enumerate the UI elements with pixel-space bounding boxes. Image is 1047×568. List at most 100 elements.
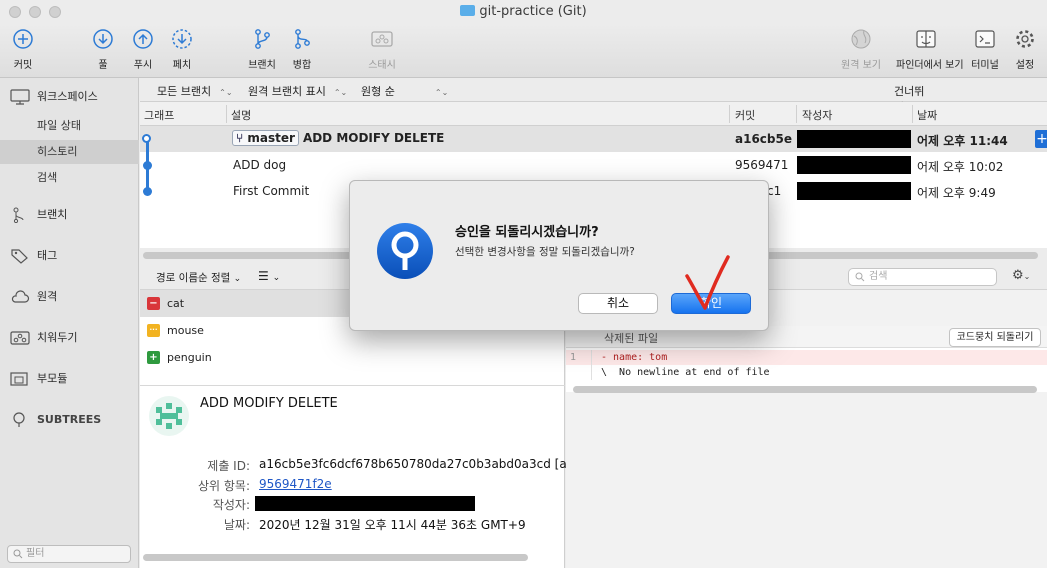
column-description[interactable]: 설명 <box>231 107 251 123</box>
branch-icon <box>13 207 24 223</box>
commit-date: 어제 오후 10:02 <box>917 160 1004 174</box>
window-title: git-practice (Git) <box>0 4 1047 19</box>
redacted-author <box>797 182 911 200</box>
horizontal-scrollbar[interactable] <box>573 386 1037 393</box>
view-mode-select[interactable]: ☰ ⌄ <box>258 269 280 283</box>
search-icon <box>855 272 865 282</box>
plus-icon[interactable]: + <box>1035 130 1047 148</box>
cloud-icon <box>11 290 30 303</box>
sidebar: 워크스페이스 파일 상태 히스토리 검색 브랜치 태그 원격 치워두기 부모듈 … <box>0 78 139 568</box>
chevron-down-icon: ⌄ <box>233 274 242 284</box>
sidebar-item-file-status[interactable]: 파일 상태 <box>0 114 139 138</box>
globe-icon <box>851 29 871 49</box>
show-in-finder-button[interactable]: 파인더에서 보기 <box>896 28 964 71</box>
file-row[interactable]: + penguin <box>140 344 565 371</box>
commit-id-label: 제출 ID: <box>207 459 250 473</box>
commit-row[interactable]: ⑂ master ADD MODIFY DELETE a16cb5e 어제 오후 … <box>140 126 1047 152</box>
toolbar: 커밋 풀 푸시 페치 브랜치 병합 스태시 원격 보기 파인더에서 보기 터미널… <box>0 24 1047 78</box>
gear-icon[interactable]: ⚙⌄ <box>1012 268 1030 283</box>
arrow-up-circle-icon <box>133 29 153 49</box>
monitor-icon <box>10 89 30 105</box>
parent-link[interactable]: 9569471f2e <box>259 477 332 491</box>
remote-branch-select[interactable]: 원격 브랜치 표시 ⌃⌄ <box>248 83 347 99</box>
dialog-message: 선택한 변경사항을 정말 되돌리겠습니까? <box>455 246 635 258</box>
title-bar: git-practice (Git) <box>0 0 1047 24</box>
column-date[interactable]: 날짜 <box>917 107 937 123</box>
diff-line-note: \ No newline at end of file <box>566 365 1047 380</box>
updown-chevron-icon: ⌃⌄ <box>333 88 348 97</box>
deleted-file-icon: − <box>147 297 160 310</box>
sidebar-item-search[interactable]: 검색 <box>0 166 139 190</box>
sidebar-item-tags[interactable]: 태그 <box>0 243 139 269</box>
graph-node <box>143 161 152 170</box>
updown-chevron-icon: ⌃⌄ <box>434 88 449 97</box>
column-divider <box>226 105 227 123</box>
fetch-button[interactable]: 페치 <box>157 28 207 71</box>
branch-icon: ⑂ <box>236 131 244 145</box>
author-label: 작성자: <box>212 498 250 512</box>
diff-line-removed: 1 - name: tom <box>566 350 1047 365</box>
divider <box>140 385 565 386</box>
branch-filter-select[interactable]: 모든 브랜치 ⌃⌄ <box>157 83 233 99</box>
sidebar-item-submodules[interactable]: 부모듈 <box>0 366 139 392</box>
sidebar-item-subtrees[interactable]: SUBTREES <box>0 407 139 433</box>
sidebar-item-remotes[interactable]: 원격 <box>0 284 139 310</box>
column-commit[interactable]: 커밋 <box>735 107 755 123</box>
horizontal-scrollbar[interactable] <box>143 554 528 561</box>
finder-icon <box>916 30 936 48</box>
discard-hunk-button[interactable]: 코드뭉치 되돌리기 <box>949 328 1041 347</box>
commit-button[interactable]: 커밋 <box>0 28 48 71</box>
column-divider <box>729 105 730 123</box>
stash-icon <box>10 331 30 345</box>
date-value: 2020년 12월 31일 오후 11시 44분 36초 GMT+9 <box>259 518 526 532</box>
column-graph[interactable]: 그래프 <box>144 107 174 123</box>
detail-title: ADD MODIFY DELETE <box>200 396 338 411</box>
tag-icon <box>11 249 28 264</box>
folder-icon <box>460 5 476 16</box>
order-select[interactable]: 원형 순 ⌃⌄ <box>361 83 448 99</box>
redacted-author <box>797 156 911 174</box>
graph-node-head <box>142 134 151 143</box>
merge-button[interactable]: 병합 <box>277 28 327 71</box>
commit-list-header: 그래프 설명 커밋 작성자 날짜 <box>140 102 1047 126</box>
sidebar-item-stashes[interactable]: 치워두기 <box>0 325 139 351</box>
column-divider <box>796 105 797 123</box>
sidebar-item-branches[interactable]: 브랜치 <box>0 202 139 228</box>
branch-tag: ⑂ master <box>232 130 299 146</box>
search-input[interactable]: 검색 <box>848 268 997 286</box>
stash-button[interactable]: 스태시 <box>357 28 407 71</box>
check-mark-icon <box>685 255 730 310</box>
chevron-down-icon: ⌄ <box>272 273 281 283</box>
cancel-button[interactable]: 취소 <box>578 293 658 314</box>
redacted-author <box>797 130 911 148</box>
sidebar-item-workspace[interactable]: 워크스페이스 <box>0 84 139 110</box>
commit-hash: c1 <box>767 184 782 198</box>
dialog-title: 승인을 되돌리시겠습니까? <box>455 225 599 240</box>
search-icon <box>13 549 23 559</box>
settings-button[interactable]: 설정 <box>1000 28 1047 71</box>
sourcetree-logo-icon <box>377 223 433 279</box>
column-author[interactable]: 작성자 <box>802 107 832 123</box>
history-filter-bar: 모든 브랜치⌃⌄ 원격 브랜치 표시⌃⌄ 원형 순⌃⌄ 건너뛰기:⌃⌄ <box>140 78 1047 114</box>
hunk-title: 삭제된 파일 <box>604 332 659 345</box>
parent-label: 상위 항목: <box>197 479 250 493</box>
sidebar-item-history[interactable]: 히스토리 <box>0 140 139 164</box>
sidebar-filter-input[interactable]: 필터 <box>7 545 131 563</box>
branch-icon <box>255 29 270 49</box>
commit-id-value: a16cb5e3fc6dcf678b650780da27c0b3abd0a3cd… <box>259 457 582 471</box>
stash-icon <box>371 31 393 47</box>
modified-file-icon: ··· <box>147 324 160 337</box>
submodule-icon <box>10 372 28 386</box>
commit-message: ADD dog <box>233 158 287 172</box>
commit-message: First Commit <box>233 184 310 198</box>
added-file-icon: + <box>147 351 160 364</box>
graph-node <box>143 187 152 196</box>
plus-circle-icon <box>13 29 33 49</box>
arrow-down-circle-icon <box>93 29 113 49</box>
sort-select[interactable]: 경로 이름순 정렬 ⌄ <box>156 270 241 285</box>
commit-row[interactable]: ADD dog 9569471 어제 오후 10:02 <box>140 152 1047 178</box>
fetch-dashed-circle-icon <box>172 29 192 49</box>
commit-date: 어제 오후 9:49 <box>917 186 996 200</box>
remote-view-button[interactable]: 원격 보기 <box>836 28 886 71</box>
subtree-icon <box>13 412 25 427</box>
